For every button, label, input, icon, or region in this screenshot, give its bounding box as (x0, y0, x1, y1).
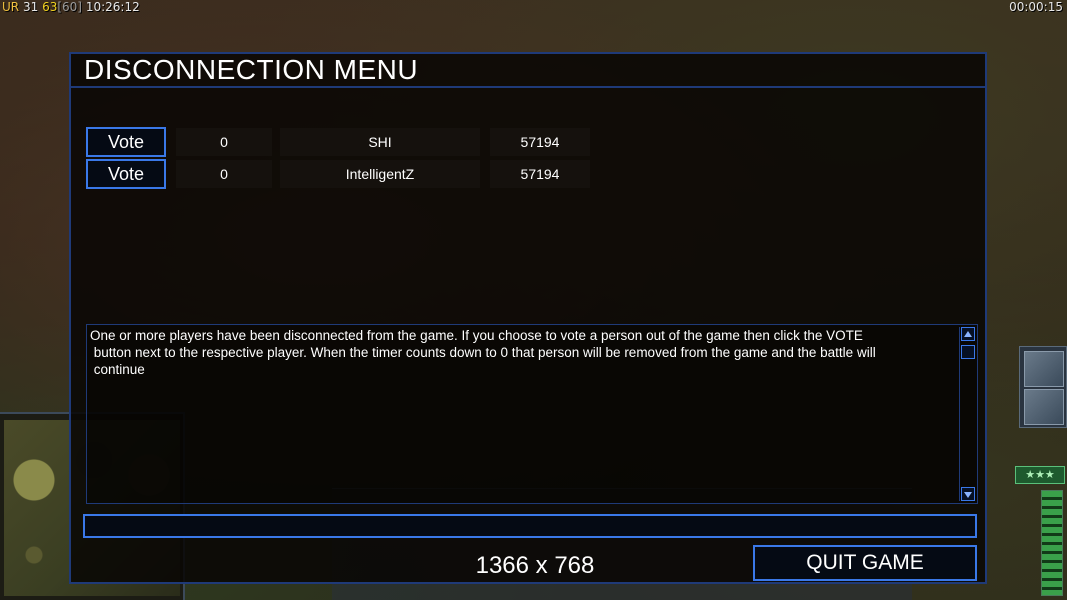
chat-input[interactable] (83, 514, 977, 538)
info-message-text: One or more players have been disconnect… (90, 328, 876, 377)
dialog-title-bar: DISCONNECTION MENU (71, 54, 985, 88)
hud-clock: 10:26:12 (85, 0, 140, 14)
scroll-thumb[interactable] (961, 345, 975, 359)
info-message-box: One or more players have been disconnect… (86, 324, 978, 504)
aircraft-unit-icon[interactable] (1024, 389, 1064, 425)
disconnection-dialog: DISCONNECTION MENU Vote 0 SHI 57194 Vote… (69, 52, 987, 584)
scroll-down-icon[interactable] (961, 487, 975, 501)
resolution-label: 1366 x 768 (475, 552, 595, 579)
unit-build-sidebar (1019, 346, 1067, 428)
player-name: IntelligentZ (280, 160, 480, 188)
quit-game-button[interactable]: QUIT GAME (753, 545, 977, 581)
game-timer: 00:00:15 (1009, 0, 1063, 14)
vote-count: 0 (176, 160, 272, 188)
player-name: SHI (280, 128, 480, 156)
dialog-title: DISCONNECTION MENU (84, 54, 419, 85)
scroll-up-icon[interactable] (961, 327, 975, 341)
vote-count: 0 (176, 128, 272, 156)
player-timer-value: 57194 (490, 128, 590, 156)
vote-button[interactable]: Vote (86, 159, 166, 189)
hud-stats: UR 31 63[60] 10:26:12 (2, 0, 140, 14)
hud-fps-cap: [60] (57, 0, 82, 14)
player-timer-value: 57194 (490, 160, 590, 188)
hud-fps: 63 (42, 0, 58, 14)
vote-button[interactable]: Vote (86, 127, 166, 157)
power-meter (1041, 490, 1063, 596)
hud-ur-label: UR (2, 0, 20, 14)
satellite-unit-icon[interactable] (1024, 351, 1064, 387)
hud-ur-value: 31 (22, 0, 39, 14)
player-row: Vote 0 IntelligentZ 57194 (86, 159, 596, 191)
player-row: Vote 0 SHI 57194 (86, 127, 596, 159)
rank-stars-badge: ★★★ (1015, 466, 1065, 484)
info-scrollbar[interactable] (959, 327, 975, 501)
